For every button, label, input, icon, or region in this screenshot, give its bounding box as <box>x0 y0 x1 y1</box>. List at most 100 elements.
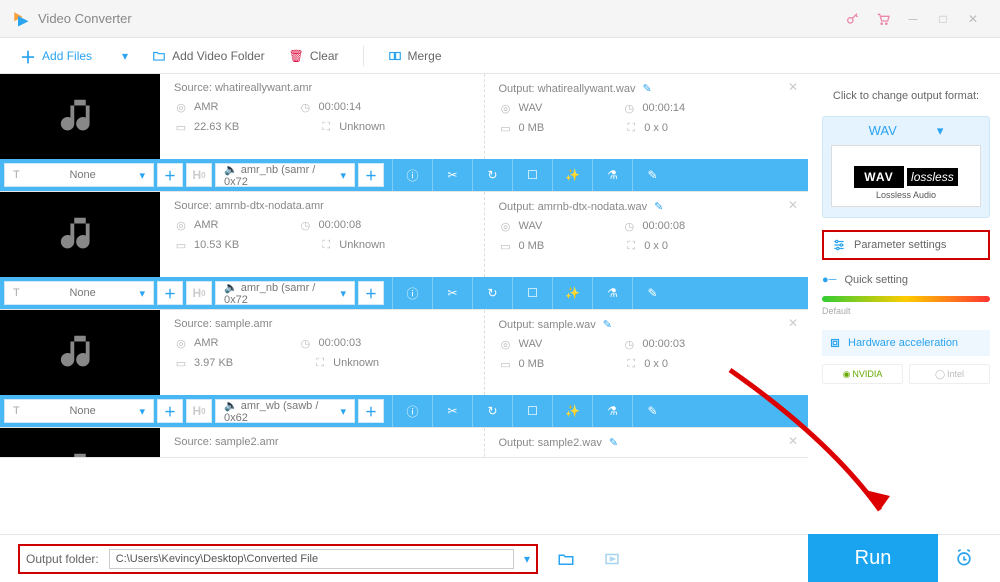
edit-tool-4[interactable]: ✨ <box>552 159 592 191</box>
h-button[interactable]: H0 <box>186 163 212 187</box>
vip-icon[interactable] <box>838 9 868 29</box>
edit-tool-5[interactable]: ⚗ <box>592 395 632 427</box>
media-folder-button[interactable] <box>594 543 630 575</box>
audio-select[interactable]: 🔈 amr_nb (samr / 0x72▾ <box>215 163 355 187</box>
toolbar: ＋ Add Files ▾ Add Video Folder 🗑 Clear M… <box>0 38 1000 74</box>
edit-tool-6[interactable]: ✎ <box>632 159 672 191</box>
clock-icon: ◷ <box>298 218 312 232</box>
file-item: Source: sample.amr ◎AMR ◷00:00:03 ▭3.97 … <box>0 310 808 428</box>
clock-icon: ◷ <box>298 336 312 350</box>
add-files-label: Add Files <box>42 49 92 63</box>
open-folder-button[interactable] <box>548 543 584 575</box>
edit-tool-5[interactable]: ⚗ <box>592 159 632 191</box>
h-button[interactable]: H0 <box>186 281 212 305</box>
clock-icon: ◷ <box>622 101 636 115</box>
edit-tool-1[interactable]: ✂ <box>432 159 472 191</box>
edit-tool-4[interactable]: ✨ <box>552 395 592 427</box>
resolution-icon: ⛶ <box>624 239 638 253</box>
edit-tool-0[interactable]: ⓘ <box>392 159 432 191</box>
cart-icon[interactable] <box>868 9 898 29</box>
clear-button[interactable]: 🗑 Clear <box>289 49 339 63</box>
output-info: ✕ Output: amrnb-dtx-nodata.wav ✎ ◎WAV ◷0… <box>484 192 809 277</box>
file-item: Source: whatireallywant.amr ◎AMR ◷00:00:… <box>0 74 808 192</box>
edit-tool-3[interactable]: ☐ <box>512 277 552 309</box>
size-icon: ▭ <box>174 238 188 252</box>
bullet-icon: ●─ <box>822 274 836 286</box>
merge-label: Merge <box>408 49 442 63</box>
thumbnail[interactable] <box>0 192 160 277</box>
edit-tool-2[interactable]: ↻ <box>472 395 512 427</box>
subtitle-select[interactable]: None▾ <box>4 163 154 187</box>
add-audio-button[interactable]: ＋ <box>358 399 384 423</box>
add-subtitle-button[interactable]: ＋ <box>157 281 183 305</box>
trash-icon: 🗑 <box>289 49 304 63</box>
output-info: ✕ Output: sample2.wav ✎ <box>484 428 809 458</box>
thumbnail[interactable] <box>0 310 160 395</box>
remove-item-button[interactable]: ✕ <box>788 316 798 330</box>
output-folder-label: Output folder: <box>26 552 99 566</box>
lossless-sub: Lossless Audio <box>838 190 974 200</box>
chevron-down-icon[interactable]: ▾ <box>524 552 530 566</box>
add-subtitle-button[interactable]: ＋ <box>157 399 183 423</box>
clock-icon: ◷ <box>622 219 636 233</box>
h-button[interactable]: H0 <box>186 399 212 423</box>
edit-tool-2[interactable]: ↻ <box>472 277 512 309</box>
add-subtitle-button[interactable]: ＋ <box>157 163 183 187</box>
titlebar: Video Converter ─ □ ✕ <box>0 0 1000 38</box>
thumbnail[interactable] <box>0 428 160 458</box>
quality-slider[interactable]: Default <box>822 296 990 316</box>
output-info: ✕ Output: sample.wav ✎ ◎WAV ◷00:00:03 ▭0… <box>484 310 809 395</box>
format-change-label: Click to change output format: <box>822 90 990 102</box>
edit-tool-6[interactable]: ✎ <box>632 395 672 427</box>
source-info: Source: sample2.amr <box>160 428 484 458</box>
add-audio-button[interactable]: ＋ <box>358 163 384 187</box>
edit-tool-4[interactable]: ✨ <box>552 277 592 309</box>
edit-tool-2[interactable]: ↻ <box>472 159 512 191</box>
maximize-button[interactable]: □ <box>928 9 958 29</box>
output-folder-group: Output folder: ▾ <box>18 544 538 574</box>
run-button[interactable]: Run <box>808 534 938 582</box>
edit-tool-1[interactable]: ✂ <box>432 395 472 427</box>
subtitle-select[interactable]: None▾ <box>4 281 154 305</box>
edit-tool-0[interactable]: ⓘ <box>392 395 432 427</box>
close-button[interactable]: ✕ <box>958 9 988 29</box>
item-action-bar: None▾ ＋ H0 🔈 amr_nb (samr / 0x72▾ ＋ ⓘ✂↻☐… <box>0 277 808 309</box>
edit-tool-3[interactable]: ☐ <box>512 395 552 427</box>
edit-tool-1[interactable]: ✂ <box>432 277 472 309</box>
app-icon <box>12 10 30 28</box>
parameter-label: Parameter settings <box>854 239 946 251</box>
minimize-button[interactable]: ─ <box>898 9 928 29</box>
output-folder-input[interactable] <box>109 549 514 569</box>
edit-tool-5[interactable]: ⚗ <box>592 277 632 309</box>
remove-item-button[interactable]: ✕ <box>788 198 798 212</box>
add-files-button[interactable]: ＋ Add Files ▾ <box>20 44 128 68</box>
add-folder-button[interactable]: Add Video Folder <box>152 49 265 63</box>
edit-icon[interactable]: ✎ <box>654 201 663 213</box>
nvidia-badge: ◉NVIDIA <box>822 364 903 384</box>
thumbnail[interactable] <box>0 74 160 159</box>
edit-tool-0[interactable]: ⓘ <box>392 277 432 309</box>
edit-tool-6[interactable]: ✎ <box>632 277 672 309</box>
remove-item-button[interactable]: ✕ <box>788 434 798 448</box>
lossless-label: lossless <box>907 168 958 186</box>
format-card[interactable]: WAV▾ WAV lossless Lossless Audio <box>822 116 990 218</box>
audio-select[interactable]: 🔈 amr_nb (samr / 0x72▾ <box>215 281 355 305</box>
edit-icon[interactable]: ✎ <box>603 319 612 331</box>
format-icon: ◎ <box>174 336 188 350</box>
parameter-settings-button[interactable]: Parameter settings <box>822 230 990 260</box>
hardware-accel-toggle[interactable]: Hardware acceleration <box>822 330 990 356</box>
edit-tool-3[interactable]: ☐ <box>512 159 552 191</box>
output-info: ✕ Output: whatireallywant.wav ✎ ◎WAV ◷00… <box>484 74 809 159</box>
source-info: Source: whatireallywant.amr ◎AMR ◷00:00:… <box>160 74 484 159</box>
edit-icon[interactable]: ✎ <box>609 437 618 449</box>
add-audio-button[interactable]: ＋ <box>358 281 384 305</box>
quick-setting[interactable]: ●─ Quick setting <box>822 274 990 286</box>
merge-button[interactable]: Merge <box>388 49 442 63</box>
remove-item-button[interactable]: ✕ <box>788 80 798 94</box>
intel-badge: ◯Intel <box>909 364 990 384</box>
size-icon: ▭ <box>174 356 188 370</box>
subtitle-select[interactable]: None▾ <box>4 399 154 423</box>
audio-select[interactable]: 🔈 amr_wb (sawb / 0x62▾ <box>215 399 355 423</box>
edit-icon[interactable]: ✎ <box>643 83 652 95</box>
schedule-button[interactable] <box>944 534 984 582</box>
